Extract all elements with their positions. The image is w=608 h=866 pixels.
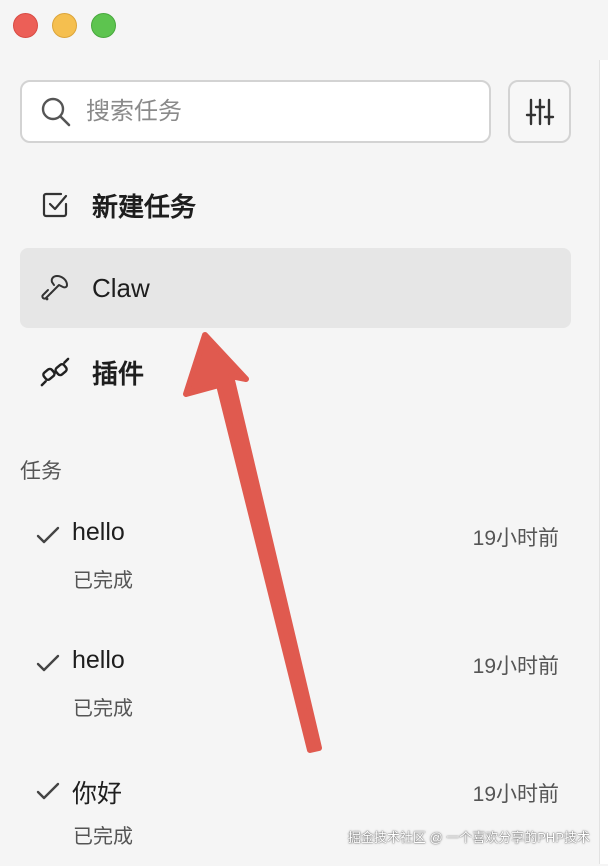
task-item[interactable]: hello 19小时前 已完成 [20,628,571,738]
task-status: 已完成 [73,698,133,720]
task-name: hello [72,518,125,546]
task-item[interactable]: 你好 19小时前 已完成 [20,756,571,866]
task-name: 你好 [72,780,123,808]
nav-claw[interactable]: Claw [20,248,571,328]
window-controls [13,13,116,38]
nav-plugins-label: 插件 [92,358,145,389]
search-input[interactable] [84,96,448,127]
filter-button[interactable] [508,80,571,143]
nav-new-task-label: 新建任务 [92,191,197,222]
claw-icon [40,273,70,303]
checkmark-icon [36,782,60,800]
content-pane-edge [599,60,608,864]
nav-claw-label: Claw [92,272,150,303]
checkmark-icon [36,654,60,672]
nav-new-task[interactable]: 新建任务 [20,165,571,245]
plug-icon [40,357,70,387]
task-name: hello [72,646,125,674]
tasks-section-title: 任务 [20,460,62,483]
task-time: 19小时前 [472,783,559,806]
checkmark-icon [36,526,60,544]
task-time: 19小时前 [472,655,559,678]
task-status: 已完成 [73,826,133,848]
task-time: 19小时前 [472,527,559,550]
sliders-icon [525,98,554,125]
task-status: 已完成 [73,570,133,592]
task-item[interactable]: hello 19小时前 已完成 [20,500,571,610]
watermark-text: 掘金技术社区 @ 一个喜欢分享的PHP技术 [347,830,590,845]
checkbox-edit-icon [40,190,70,220]
nav-plugins[interactable]: 插件 [20,332,571,412]
minimize-window-button[interactable] [52,13,77,38]
maximize-window-button[interactable] [91,13,116,38]
close-window-button[interactable] [13,13,38,38]
search-box[interactable] [20,80,491,143]
search-icon [41,97,71,126]
